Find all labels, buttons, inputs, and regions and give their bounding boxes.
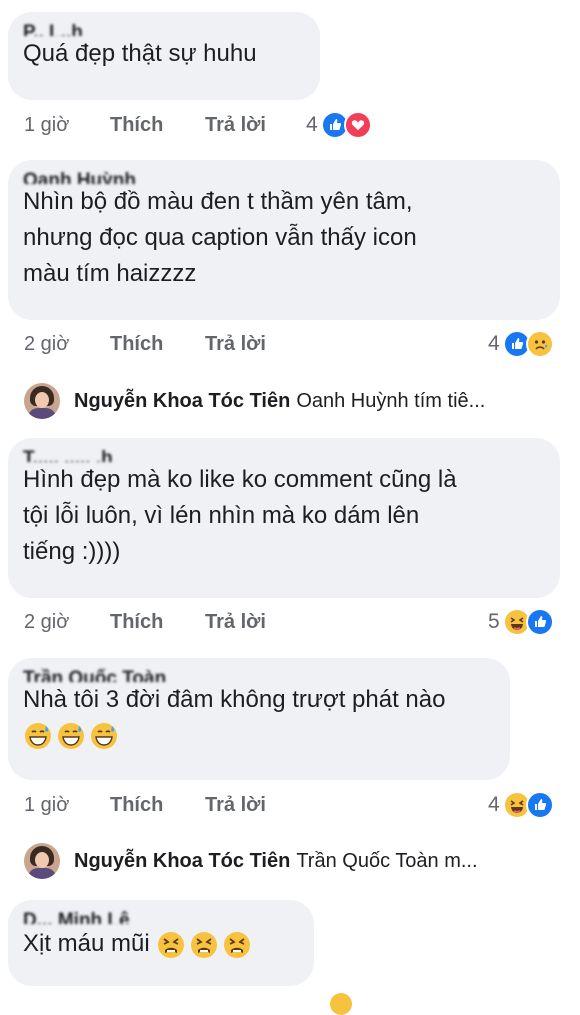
comment-author[interactable]: P.. L..h [23,22,306,36]
reply-preview[interactable]: Nguyễn Khoa Tóc Tiên Oanh Huỳnh tím tiê.… [24,383,485,419]
reaction-count: 4 [488,793,500,816]
sad-icon [525,330,554,358]
reaction-count: 4 [488,332,500,355]
reaction-summary[interactable]: 5 [488,608,554,636]
like-icon [525,791,554,819]
avatar[interactable] [24,383,60,419]
reply-author[interactable]: Nguyễn Khoa Tóc Tiên [74,390,290,413]
reaction-summary[interactable]: 4 [488,791,554,819]
reply-action-button[interactable]: Trả lời [205,791,266,819]
like-action-button[interactable]: Thích [110,330,163,358]
tired-face-emoji-icon [191,931,218,958]
comment-bubble: Trần Quốc Toàn Nhà tôi 3 đời đâm không t… [8,658,510,780]
reaction-count: 4 [306,113,318,136]
like-icon [525,608,554,636]
emoji-reaction-icon [330,993,352,1015]
comment-author[interactable]: D... Minh Lê [23,910,300,924]
reaction-summary[interactable]: 4 [306,111,372,139]
comment-text: Xịt máu mũi [23,930,150,957]
reply-text: Oanh Huỳnh tím tiê... [296,389,486,412]
comment-time[interactable]: 2 giờ [24,608,69,636]
like-action-button[interactable]: Thích [110,111,163,139]
comment-text: Quá đẹp thật sự huhu [23,40,257,67]
comment-text: Nhìn bộ đồ màu đen t thầm yên tâm, nhưng… [23,188,417,287]
like-action-button[interactable]: Thích [110,791,163,819]
grinning-sweat-emoji-icon [91,722,117,749]
reply-action-button[interactable]: Trả lời [205,111,266,139]
reply-action-button[interactable]: Trả lời [205,608,266,636]
grinning-sweat-emoji-icon [25,722,51,749]
comment-bubble: D... Minh Lê Xịt máu mũi [8,900,314,986]
comment-author[interactable]: Trần Quốc Toàn [23,668,496,682]
reaction-summary[interactable]: 4 [488,330,554,358]
comment-time[interactable]: 2 giờ [24,330,69,358]
comment-text: Hình đẹp mà ko like ko comment cũng là t… [23,466,457,565]
comment-time[interactable]: 1 giờ [24,111,69,139]
emoji-row [23,718,496,754]
like-action-button[interactable]: Thích [110,608,163,636]
reply-preview[interactable]: Nguyễn Khoa Tóc Tiên Trần Quốc Toàn m... [24,843,478,879]
heart-icon [343,111,372,139]
reply-action-button[interactable]: Trả lời [205,330,266,358]
comment-bubble: T..... ..... .h Hình đẹp mà ko like ko c… [8,438,560,598]
comment-author[interactable]: T..... ..... .h [23,448,546,462]
reply-author[interactable]: Nguyễn Khoa Tóc Tiên [74,850,290,873]
comment-bubble: P.. L..h Quá đẹp thật sự huhu [8,12,320,100]
comment-author[interactable]: Oanh Huỳnh [23,170,546,184]
tired-face-emoji-icon [224,931,251,958]
reaction-count: 5 [488,610,500,633]
comment-bubble: Oanh Huỳnh Nhìn bộ đồ màu đen t thầm yên… [8,160,560,320]
grinning-sweat-emoji-icon [58,722,84,749]
comment-time[interactable]: 1 giờ [24,791,69,819]
avatar[interactable] [24,843,60,879]
comment-text: Nhà tôi 3 đời đâm không trượt phát nào [23,686,446,713]
tired-face-emoji-icon [158,931,185,958]
reply-text: Trần Quốc Toàn m... [296,849,478,872]
comment-text-line: Xịt máu mũi [23,924,300,964]
